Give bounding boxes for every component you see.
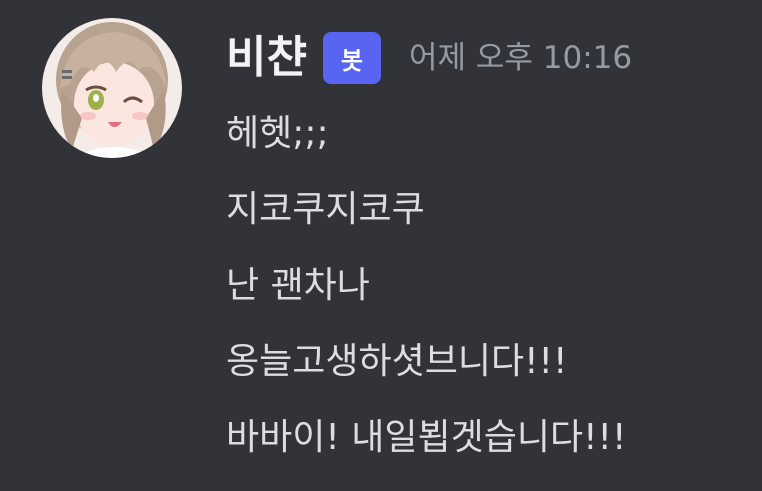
- message-content: 헤헷;;; 지코쿠지코쿠 난 괜차나 옹늘고생하셧브니다!!! 바바이! 내일뵙…: [226, 96, 756, 476]
- message-line: 지코쿠지코쿠: [226, 189, 425, 230]
- message-line: 바바이! 내일뵙겟습니다!!!: [226, 417, 627, 458]
- username[interactable]: 비챤: [226, 36, 307, 80]
- message-header: 비챤 봇 어제 오후 10:16: [226, 26, 632, 90]
- avatar[interactable]: [42, 18, 182, 158]
- message-line: 헤헷;;;: [226, 113, 329, 154]
- message-line: 옹늘고생하셧브니다!!!: [226, 341, 568, 382]
- bot-badge: 봇: [322, 32, 381, 84]
- timestamp[interactable]: 어제 오후 10:16: [409, 42, 632, 74]
- anime-girl-avatar-icon: [42, 18, 182, 158]
- chat-message: 비챤 봇 어제 오후 10:16 헤헷;;; 지코쿠지코쿠 난 괜차나 옹늘고생…: [0, 0, 762, 491]
- message-line: 난 괜차나: [226, 265, 370, 306]
